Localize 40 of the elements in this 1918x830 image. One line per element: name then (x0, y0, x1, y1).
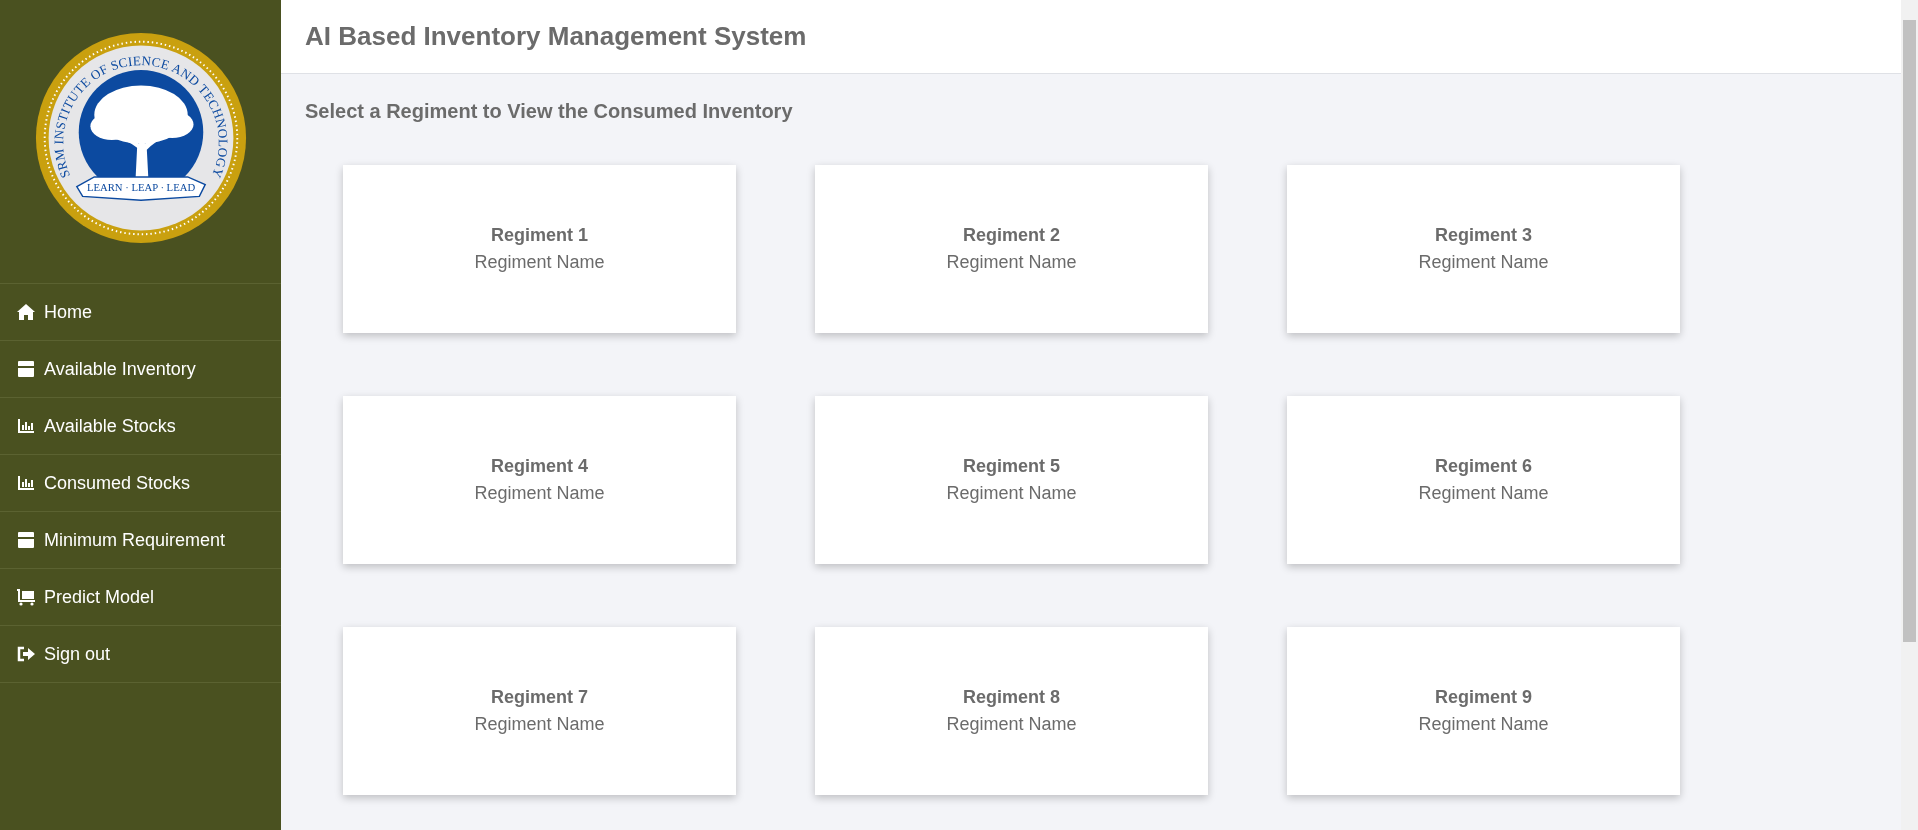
regiment-name: Regiment Name (474, 252, 605, 273)
signout-icon (16, 645, 36, 663)
regiment-name: Regiment Name (474, 714, 605, 735)
regiment-name: Regiment Name (1418, 252, 1549, 273)
regiment-name: Regiment Name (474, 483, 605, 504)
regiment-title: Regiment 5 (963, 456, 1060, 477)
regiment-name: Regiment Name (946, 483, 1077, 504)
regiment-name: Regiment Name (1418, 714, 1549, 735)
regiment-card[interactable]: Regiment 7 Regiment Name (343, 627, 736, 795)
page-subtitle: Select a Regiment to View the Consumed Inventory (305, 100, 794, 123)
regiment-card[interactable]: Regiment 6 Regiment Name (1287, 396, 1680, 564)
scrollbar-thumb[interactable] (1903, 20, 1916, 642)
chart-icon (16, 417, 36, 435)
regiment-title: Regiment 1 (491, 225, 588, 246)
chart-icon (16, 474, 36, 492)
regiment-title: Regiment 3 (1435, 225, 1532, 246)
regiment-title: Regiment 4 (491, 456, 588, 477)
regiment-title: Regiment 9 (1435, 687, 1532, 708)
regiment-card[interactable]: Regiment 9 Regiment Name (1287, 627, 1680, 795)
regiment-card[interactable]: Regiment 1 Regiment Name (343, 165, 736, 333)
regiment-card[interactable]: Regiment 8 Regiment Name (815, 627, 1208, 795)
scrollbar[interactable] (1901, 0, 1918, 830)
regiment-card[interactable]: Regiment 5 Regiment Name (815, 396, 1208, 564)
box-icon (16, 360, 36, 378)
regiment-card[interactable]: Regiment 2 Regiment Name (815, 165, 1208, 333)
home-icon (16, 303, 36, 321)
regiment-title: Regiment 2 (963, 225, 1060, 246)
cart-icon (16, 588, 36, 606)
regiment-name: Regiment Name (946, 714, 1077, 735)
sidebar-item[interactable]: Minimum Requirement (0, 512, 281, 569)
regiment-name: Regiment Name (1418, 483, 1549, 504)
app-title: AI Based Inventory Management System (305, 21, 807, 52)
sidebar-item[interactable]: Available Inventory (0, 341, 281, 398)
regiment-title: Regiment 6 (1435, 456, 1532, 477)
regiment-card[interactable]: Regiment 4 Regiment Name (343, 396, 736, 564)
regiment-name: Regiment Name (946, 252, 1077, 273)
regiment-title: Regiment 7 (491, 687, 588, 708)
regiment-title: Regiment 8 (963, 687, 1060, 708)
regiment-card[interactable]: Regiment 3 Regiment Name (1287, 165, 1680, 333)
box-icon (16, 531, 36, 549)
